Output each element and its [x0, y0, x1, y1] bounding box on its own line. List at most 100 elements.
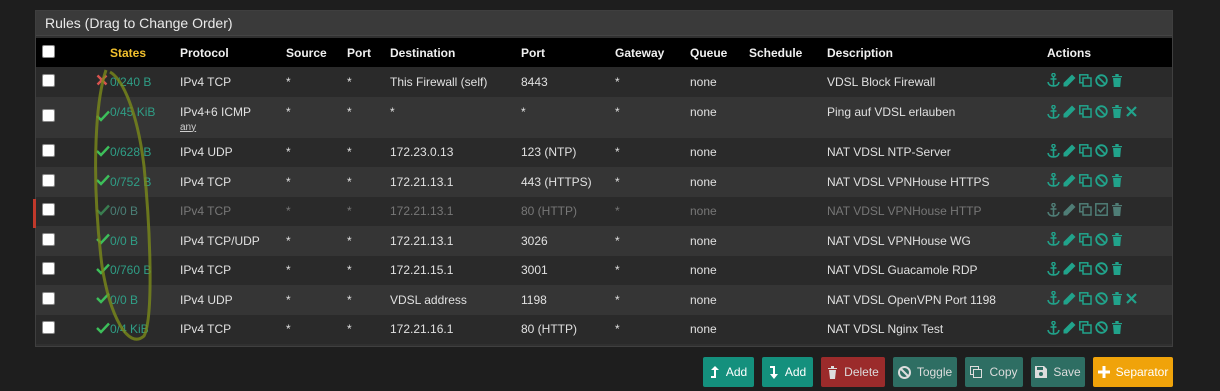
- edit-pencil-icon[interactable]: [1063, 262, 1076, 275]
- states-link[interactable]: 0/240 B: [110, 67, 180, 97]
- icmp-type-link[interactable]: any: [180, 122, 286, 133]
- schedule-cell: [749, 197, 827, 227]
- header-schedule[interactable]: Schedule: [749, 38, 827, 67]
- table-row[interactable]: 0/240 B IPv4 TCP * * This Firewall (self…: [36, 67, 1172, 97]
- table-row[interactable]: 0/0 B IPv4 UDP * * VDSL address 1198 * n…: [36, 285, 1172, 315]
- disable-icon[interactable]: [1095, 144, 1108, 157]
- row-checkbox[interactable]: [42, 262, 55, 276]
- states-link[interactable]: 0/628 B: [110, 138, 180, 168]
- edit-pencil-icon[interactable]: [1063, 74, 1076, 87]
- states-link[interactable]: 0/760 B: [110, 256, 180, 286]
- trash-icon[interactable]: [1111, 262, 1123, 276]
- states-link[interactable]: 0/45 KiB: [110, 97, 180, 138]
- trash-icon[interactable]: [1111, 291, 1123, 305]
- delete-button[interactable]: Delete: [821, 357, 885, 387]
- edit-pencil-icon[interactable]: [1063, 203, 1076, 216]
- add-top-button[interactable]: Add: [703, 357, 754, 387]
- copy-rule-icon[interactable]: [1079, 321, 1092, 334]
- edit-pencil-icon[interactable]: [1063, 144, 1076, 157]
- disable-icon[interactable]: [1095, 105, 1108, 118]
- edit-pencil-icon[interactable]: [1063, 174, 1076, 187]
- table-row[interactable]: 0/628 B IPv4 UDP * * 172.23.0.13 123 (NT…: [36, 137, 1172, 168]
- row-checkbox[interactable]: [42, 203, 55, 217]
- disable-icon[interactable]: [1095, 233, 1108, 246]
- anchor-icon[interactable]: [1047, 173, 1060, 188]
- copy-rule-icon[interactable]: [1079, 203, 1092, 216]
- table-row[interactable]: 0/4 KiB IPv4 TCP * * 172.21.16.1 80 (HTT…: [36, 314, 1172, 345]
- trash-icon[interactable]: [1111, 232, 1123, 246]
- save-button[interactable]: Save: [1031, 357, 1085, 387]
- enable-icon[interactable]: [1095, 203, 1108, 217]
- table-row[interactable]: 0/45 KiB IPv4+6 ICMP any * * * * * none P…: [36, 96, 1172, 138]
- destination-port-cell: 3001: [521, 263, 548, 278]
- protocol-text: IPv4 TCP: [180, 74, 232, 89]
- table-row[interactable]: 0/0 B IPv4 TCP * * 172.21.13.1 80 (HTTP)…: [36, 196, 1172, 227]
- header-source-port[interactable]: Port: [347, 38, 390, 67]
- copy-rule-icon[interactable]: [1079, 105, 1092, 118]
- copy-rule-icon[interactable]: [1079, 73, 1092, 87]
- anchor-icon[interactable]: [1047, 261, 1060, 276]
- copy-rule-icon[interactable]: [1079, 291, 1092, 305]
- states-link[interactable]: 0/0 B: [110, 226, 180, 256]
- anchor-icon[interactable]: [1047, 202, 1060, 217]
- delete-x-icon[interactable]: [1126, 106, 1137, 117]
- anchor-icon[interactable]: [1047, 73, 1060, 88]
- anchor-icon[interactable]: [1047, 320, 1060, 335]
- copy-rule-icon[interactable]: [1079, 232, 1092, 246]
- anchor-icon[interactable]: [1047, 104, 1060, 119]
- select-all-checkbox[interactable]: [42, 44, 55, 58]
- anchor-icon[interactable]: [1047, 143, 1060, 158]
- anchor-icon[interactable]: [1047, 232, 1060, 247]
- header-gateway[interactable]: Gateway: [615, 38, 690, 67]
- table-row[interactable]: 0/0 B IPv4 TCP/UDP * * 172.21.13.1 3026 …: [36, 226, 1172, 256]
- table-row[interactable]: 0/760 B IPv4 TCP * * 172.21.15.1 3001 * …: [36, 255, 1172, 286]
- copy-rule-icon[interactable]: [1079, 173, 1092, 187]
- trash-icon[interactable]: [1111, 105, 1123, 118]
- copy-button[interactable]: Copy: [965, 357, 1023, 387]
- row-checkbox[interactable]: [42, 109, 55, 122]
- row-checkbox[interactable]: [42, 232, 55, 246]
- row-checkbox[interactable]: [42, 291, 55, 305]
- row-checkbox[interactable]: [42, 73, 55, 87]
- states-link[interactable]: 0/0 B: [110, 285, 180, 315]
- separator-button[interactable]: Separator: [1093, 357, 1173, 387]
- edit-pencil-icon[interactable]: [1063, 292, 1076, 305]
- actions-cell: [1047, 67, 1172, 97]
- table-row[interactable]: 0/752 B IPv4 TCP * * 172.21.13.1 443 (HT…: [36, 167, 1172, 197]
- edit-pencil-icon[interactable]: [1063, 233, 1076, 246]
- trash-icon[interactable]: [1111, 321, 1123, 335]
- disable-icon[interactable]: [1095, 174, 1108, 187]
- header-destination[interactable]: Destination: [390, 38, 521, 67]
- copy-rule-icon[interactable]: [1079, 144, 1092, 157]
- trash-icon[interactable]: [1111, 144, 1123, 158]
- header-protocol[interactable]: Protocol: [180, 38, 286, 67]
- toggle-button[interactable]: Toggle: [893, 357, 957, 387]
- header-states[interactable]: States: [110, 38, 180, 67]
- disable-icon[interactable]: [1095, 292, 1108, 305]
- states-link[interactable]: 0/0 B: [110, 197, 180, 227]
- pass-icon: [96, 145, 110, 157]
- anchor-icon[interactable]: [1047, 291, 1060, 306]
- trash-icon[interactable]: [1111, 203, 1123, 217]
- add-bottom-button[interactable]: Add: [762, 357, 813, 387]
- disable-icon[interactable]: [1095, 74, 1108, 87]
- protocol-cell: IPv4 TCP: [180, 256, 286, 286]
- edit-pencil-icon[interactable]: [1063, 105, 1076, 118]
- edit-pencil-icon[interactable]: [1063, 321, 1076, 334]
- trash-icon[interactable]: [1111, 173, 1123, 187]
- header-destination-port[interactable]: Port: [521, 38, 615, 67]
- header-queue[interactable]: Queue: [690, 38, 749, 67]
- disable-icon[interactable]: [1095, 262, 1108, 275]
- delete-x-icon[interactable]: [1126, 292, 1137, 304]
- header-description[interactable]: Description: [827, 38, 1047, 67]
- protocol-cell: IPv4 UDP: [180, 138, 286, 168]
- copy-rule-icon[interactable]: [1079, 262, 1092, 275]
- row-checkbox[interactable]: [42, 144, 55, 158]
- row-checkbox[interactable]: [42, 173, 55, 187]
- disable-icon[interactable]: [1095, 321, 1108, 334]
- row-checkbox[interactable]: [42, 321, 55, 335]
- header-source[interactable]: Source: [286, 38, 347, 67]
- states-link[interactable]: 0/4 KiB: [110, 315, 180, 345]
- trash-icon[interactable]: [1111, 73, 1123, 87]
- states-link[interactable]: 0/752 B: [110, 167, 180, 197]
